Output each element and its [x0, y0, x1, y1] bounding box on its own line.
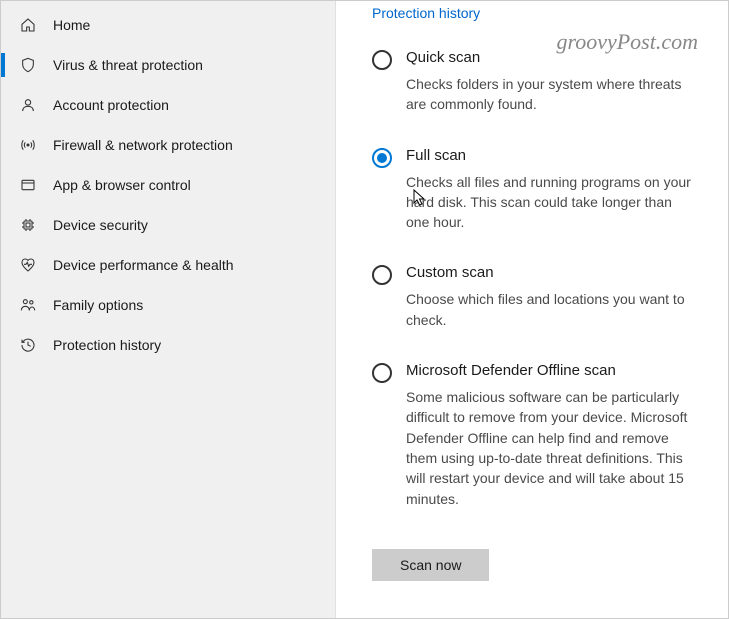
radio-icon[interactable]	[372, 363, 392, 383]
scan-option-quick[interactable]: Quick scan Checks folders in your system…	[372, 49, 698, 115]
sidebar-item-family[interactable]: Family options	[1, 285, 335, 325]
radio-icon[interactable]	[372, 50, 392, 70]
sidebar-label: Virus & threat protection	[53, 57, 203, 73]
radio-icon[interactable]	[372, 265, 392, 285]
radio-body: Microsoft Defender Offline scan Some mal…	[406, 362, 698, 509]
sidebar-label: Family options	[53, 297, 143, 313]
sidebar-item-protection-history[interactable]: Protection history	[1, 325, 335, 365]
sidebar-label: Device performance & health	[53, 257, 234, 273]
sidebar-item-firewall[interactable]: Firewall & network protection	[1, 125, 335, 165]
shield-icon	[19, 56, 37, 74]
scan-now-button[interactable]: Scan now	[372, 549, 489, 581]
sidebar-label: Protection history	[53, 337, 161, 353]
account-icon	[19, 96, 37, 114]
radio-body: Quick scan Checks folders in your system…	[406, 49, 698, 115]
radio-desc: Choose which files and locations you wan…	[406, 289, 698, 330]
sidebar: Home Virus & threat protection Account p…	[1, 1, 336, 618]
sidebar-item-home[interactable]: Home	[1, 5, 335, 45]
antenna-icon	[19, 136, 37, 154]
radio-title: Quick scan	[406, 49, 698, 66]
health-icon	[19, 256, 37, 274]
protection-history-link[interactable]: Protection history	[372, 5, 480, 21]
radio-title: Microsoft Defender Offline scan	[406, 362, 698, 379]
radio-body: Full scan Checks all files and running p…	[406, 147, 698, 233]
home-icon	[19, 16, 37, 34]
sidebar-item-performance-health[interactable]: Device performance & health	[1, 245, 335, 285]
radio-desc: Checks all files and running programs on…	[406, 172, 698, 233]
sidebar-item-device-security[interactable]: Device security	[1, 205, 335, 245]
sidebar-label: Home	[53, 17, 90, 33]
sidebar-item-virus-threat[interactable]: Virus & threat protection	[1, 45, 335, 85]
scan-options-group: Quick scan Checks folders in your system…	[372, 49, 698, 509]
sidebar-label: Account protection	[53, 97, 169, 113]
chip-icon	[19, 216, 37, 234]
sidebar-label: Firewall & network protection	[53, 137, 233, 153]
sidebar-item-account[interactable]: Account protection	[1, 85, 335, 125]
content-area: Protection history Quick scan Checks fol…	[336, 1, 728, 618]
sidebar-label: App & browser control	[53, 177, 191, 193]
sidebar-item-app-browser[interactable]: App & browser control	[1, 165, 335, 205]
scan-option-full[interactable]: Full scan Checks all files and running p…	[372, 147, 698, 233]
radio-desc: Checks folders in your system where thre…	[406, 74, 698, 115]
radio-desc: Some malicious software can be particula…	[406, 387, 698, 509]
radio-icon[interactable]	[372, 148, 392, 168]
scan-option-offline[interactable]: Microsoft Defender Offline scan Some mal…	[372, 362, 698, 509]
radio-title: Custom scan	[406, 264, 698, 281]
radio-title: Full scan	[406, 147, 698, 164]
family-icon	[19, 296, 37, 314]
sidebar-label: Device security	[53, 217, 148, 233]
radio-body: Custom scan Choose which files and locat…	[406, 264, 698, 330]
scan-option-custom[interactable]: Custom scan Choose which files and locat…	[372, 264, 698, 330]
history-icon	[19, 336, 37, 354]
window-icon	[19, 176, 37, 194]
